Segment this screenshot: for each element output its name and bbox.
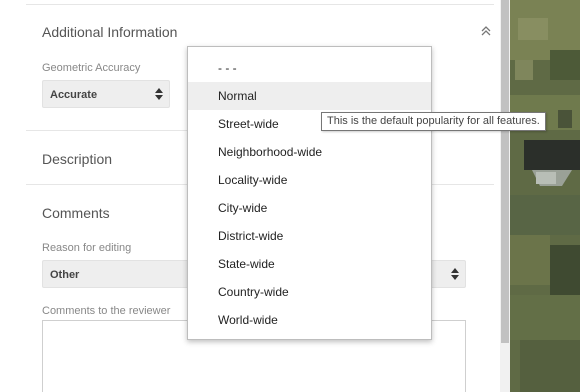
chevron-double-up-icon[interactable] bbox=[479, 24, 493, 38]
satellite-imagery bbox=[510, 0, 580, 392]
divider bbox=[26, 4, 494, 5]
dropdown-option[interactable]: - - - bbox=[188, 54, 431, 82]
comments-header[interactable]: Comments bbox=[42, 205, 110, 221]
dropdown-option[interactable]: Neighborhood-wide bbox=[188, 138, 431, 166]
geometric-accuracy-value: Accurate bbox=[50, 89, 98, 101]
dropdown-option[interactable]: World-wide bbox=[188, 306, 431, 334]
dropdown-option[interactable]: Normal bbox=[188, 82, 431, 110]
geometric-accuracy-label: Geometric Accuracy bbox=[42, 62, 141, 74]
popularity-dropdown-list[interactable]: - - - Normal Street-wide Neighborhood-wide L… bbox=[187, 46, 432, 340]
scrollbar-thumb[interactable] bbox=[501, 0, 509, 343]
dropdown-option[interactable]: Country-wide bbox=[188, 278, 431, 306]
comments-to-reviewer-label: Comments to the reviewer bbox=[42, 305, 171, 317]
select-arrows-icon bbox=[155, 88, 163, 100]
dropdown-option[interactable]: Locality-wide bbox=[188, 166, 431, 194]
additional-information-header[interactable]: Additional Information bbox=[42, 24, 177, 40]
panel-scrollbar[interactable] bbox=[500, 0, 510, 392]
reason-for-editing-value: Other bbox=[50, 269, 80, 281]
dropdown-option[interactable]: City-wide bbox=[188, 194, 431, 222]
popularity-tooltip: This is the default popularity for all f… bbox=[321, 112, 546, 131]
satellite-map[interactable] bbox=[510, 0, 580, 392]
dropdown-option[interactable]: State-wide bbox=[188, 250, 431, 278]
dropdown-option[interactable]: District-wide bbox=[188, 222, 431, 250]
reason-for-editing-label: Reason for editing bbox=[42, 242, 132, 254]
description-header[interactable]: Description bbox=[42, 151, 112, 167]
select-arrows-icon bbox=[451, 268, 459, 280]
geometric-accuracy-select[interactable]: Accurate bbox=[42, 80, 170, 108]
